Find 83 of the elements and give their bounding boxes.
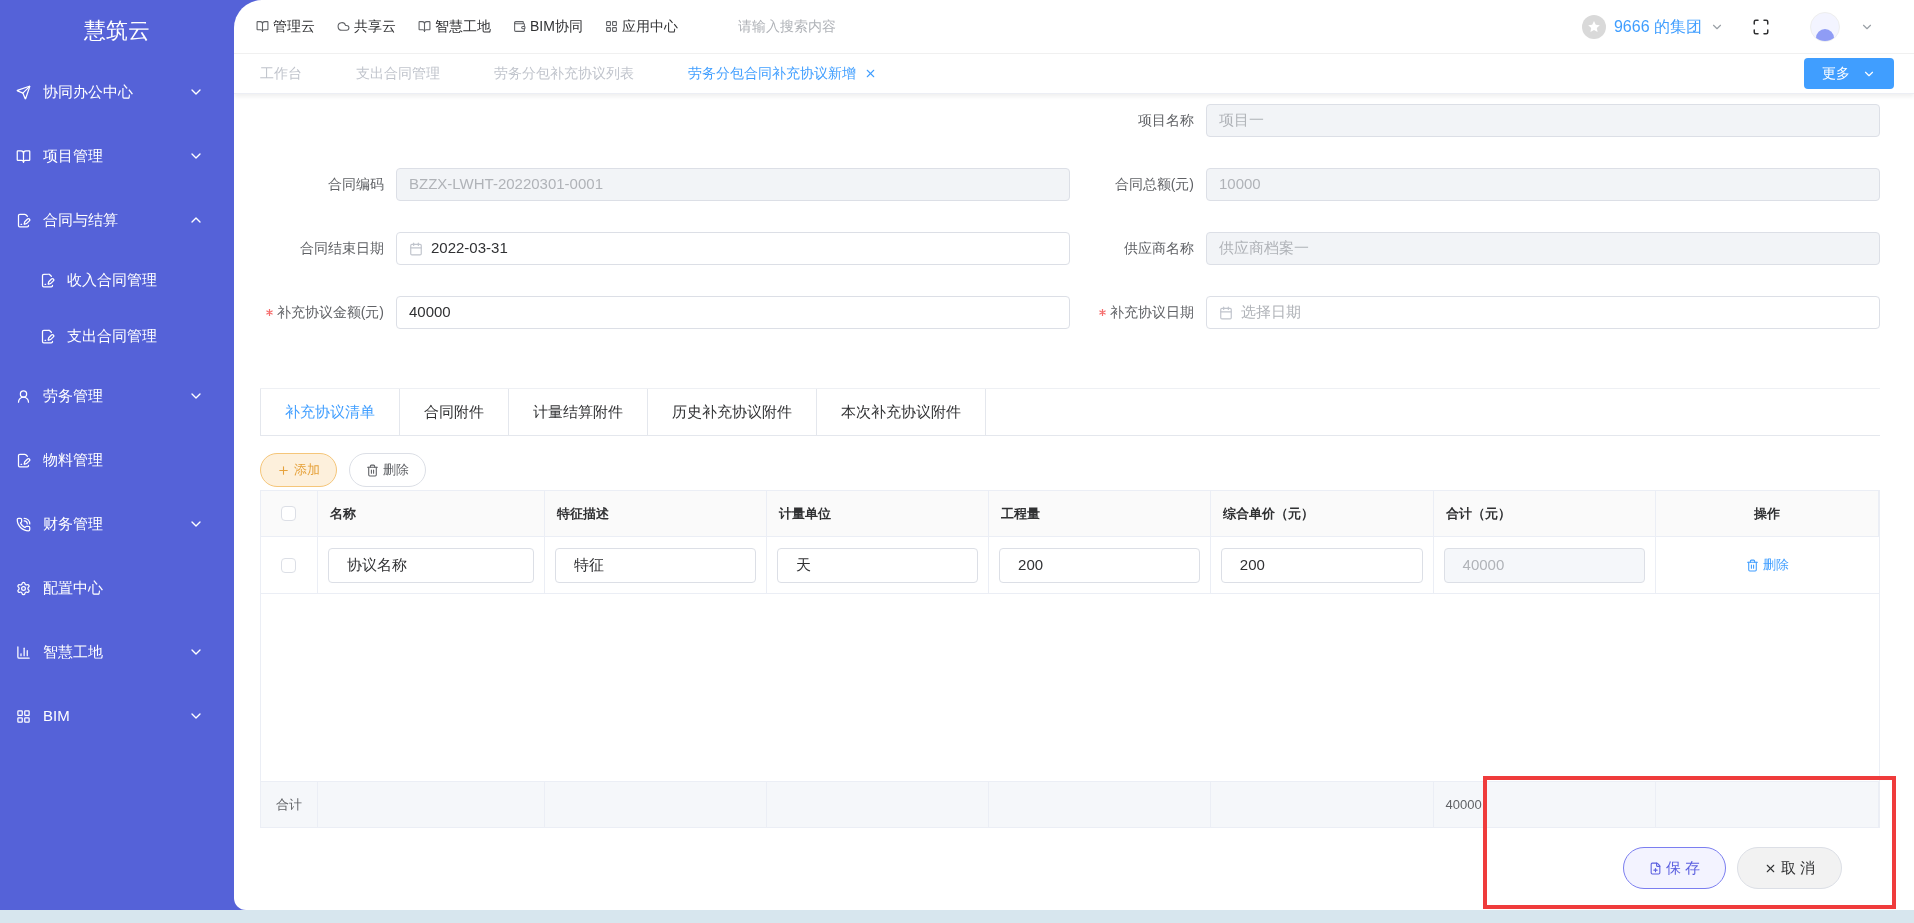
top-nav-link[interactable]: 共享云 (337, 16, 396, 37)
plus-icon (277, 463, 290, 477)
menu-icon (16, 452, 31, 468)
close-icon[interactable] (864, 67, 877, 80)
document-icon (40, 272, 55, 288)
row-delete-link[interactable]: 删除 (1746, 555, 1790, 575)
calendar-icon (409, 241, 423, 256)
column-header: 合计（元） (1445, 504, 1511, 523)
trash-icon (366, 463, 379, 477)
field-label: 合同总额(元) (1114, 175, 1194, 194)
sidebar-item[interactable]: 物料管理 (0, 428, 234, 492)
required-asterisk-icon (265, 309, 273, 316)
sidebar-item[interactable]: BIM (0, 684, 234, 748)
menu-icon (16, 644, 31, 660)
nav-icon (337, 20, 350, 33)
menu-icon (16, 212, 31, 228)
date-field[interactable]: 2022-03-31 (396, 232, 1070, 265)
sidebar-item[interactable]: 合同与结算 (0, 188, 234, 252)
sidebar-item[interactable]: 协同办公中心 (0, 60, 234, 124)
summary-label: 合计 (275, 795, 302, 814)
file-icon (1648, 861, 1662, 875)
org-selector[interactable]: 9666 的集团 (1581, 14, 1724, 39)
top-nav-link[interactable]: 智慧工地 (418, 16, 491, 37)
field-label: 项目名称 (1138, 111, 1194, 130)
detail-tab[interactable]: 补充协议清单 (260, 389, 400, 435)
sidebar-item[interactable]: 项目管理 (0, 124, 234, 188)
top-nav-link[interactable]: 应用中心 (604, 16, 678, 37)
required-asterisk-icon (1099, 309, 1106, 316)
column-header: 工程量 (1001, 504, 1041, 523)
cell-input[interactable]: 200 (999, 547, 1200, 583)
nav-icon (256, 20, 269, 33)
sidebar-subitem[interactable]: 支出合同管理 (0, 308, 234, 364)
top-nav-link[interactable]: BIM协同 (513, 16, 583, 37)
field-label: 合同结束日期 (300, 239, 384, 258)
cell-input[interactable]: 200 (1220, 547, 1423, 583)
org-avatar-icon (1581, 14, 1606, 39)
delete-button[interactable]: 删除 (349, 453, 426, 487)
field-label: 合同编码 (328, 175, 384, 194)
fullscreen-icon[interactable] (1752, 17, 1770, 36)
menu-icon (16, 516, 31, 532)
trash-icon (1746, 558, 1760, 572)
column-header: 名称 (329, 504, 356, 523)
nav-icon (513, 20, 526, 33)
checkbox[interactable] (281, 506, 297, 521)
summary-value: 40000 (1445, 795, 1482, 814)
input-field[interactable]: 40000 (396, 296, 1070, 329)
sidebar-item[interactable]: 智慧工地 (0, 620, 234, 684)
cancel-button[interactable]: 取 消 (1737, 847, 1842, 889)
cell-input[interactable]: 天 (777, 547, 979, 583)
top-nav-link[interactable]: 管理云 (256, 16, 315, 37)
field-label: 补充协议金额(元) (276, 303, 384, 322)
nav-icon (418, 20, 431, 33)
detail-tab[interactable]: 计量结算附件 (509, 389, 648, 435)
document-icon (40, 328, 55, 344)
logo-text: 慧筑云 (83, 16, 151, 45)
menu-icon (16, 580, 31, 596)
checkbox[interactable] (281, 557, 297, 573)
detail-tab[interactable]: 合同附件 (400, 389, 509, 435)
detail-tab[interactable]: 本次补充协议附件 (817, 389, 986, 435)
field-label: 补充协议日期 (1110, 303, 1194, 322)
page-tab[interactable]: 劳务分包合同补充协议新增 (676, 63, 889, 84)
menu-icon (16, 148, 31, 164)
field-label: 供应商名称 (1124, 239, 1194, 258)
column-header: 计量单位 (779, 504, 832, 523)
column-header: 特征描述 (556, 504, 609, 523)
column-header: 综合单价（元） (1222, 504, 1314, 523)
menu-icon (16, 388, 31, 404)
column-header: 操作 (1754, 504, 1781, 523)
more-button[interactable]: 更多 (1804, 58, 1894, 89)
user-avatar-icon[interactable] (1810, 11, 1840, 42)
menu-icon (16, 84, 31, 100)
calendar-icon (1219, 305, 1233, 320)
sidebar-item[interactable]: 配置中心 (0, 556, 234, 620)
sidebar-item[interactable]: 财务管理 (0, 492, 234, 556)
sidebar-subitem[interactable]: 收入合同管理 (0, 252, 234, 308)
cell-input[interactable]: 特征 (554, 547, 757, 583)
sidebar-item[interactable]: 劳务管理 (0, 364, 234, 428)
save-button[interactable]: 保 存 (1623, 847, 1726, 889)
search-field[interactable]: 请输入搜索内容 (737, 16, 998, 37)
menu-icon (16, 708, 31, 724)
nav-icon (604, 20, 618, 33)
detail-tab[interactable]: 历史补充协议附件 (648, 389, 817, 435)
cell-input[interactable]: 协议名称 (327, 547, 534, 583)
